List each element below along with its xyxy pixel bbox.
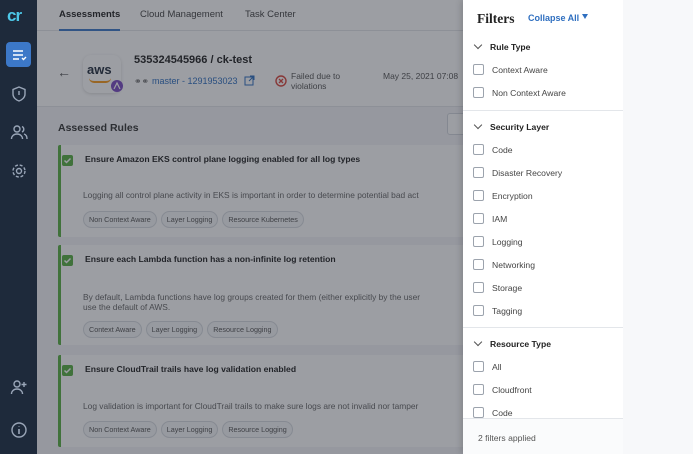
left-rail: cr [0, 0, 37, 454]
checkbox[interactable] [473, 87, 484, 98]
section-label: Security Layer [490, 122, 550, 132]
filter-option[interactable]: Networking [473, 259, 535, 270]
checkbox[interactable] [473, 282, 484, 293]
option-label: Disaster Recovery [492, 167, 563, 178]
option-label: Storage [492, 282, 523, 293]
filter-option[interactable]: IAM [473, 213, 507, 224]
section-security-layer[interactable]: Security Layer [473, 120, 550, 132]
brand-logo[interactable]: cr [7, 6, 31, 28]
caret-down-icon[interactable] [582, 14, 588, 19]
section-label: Rule Type [490, 42, 531, 52]
filter-option[interactable]: All [473, 361, 502, 372]
filters-title: Filters [477, 11, 515, 26]
panel-backdrop [623, 0, 693, 454]
shield-icon[interactable] [6, 81, 31, 106]
filters-panel: Filters Collapse All Rule Type Context A… [463, 0, 623, 454]
chevron-down-icon[interactable] [473, 40, 483, 50]
checkbox[interactable] [473, 236, 484, 247]
filter-option[interactable]: Encryption [473, 190, 533, 201]
filter-option[interactable]: Logging [473, 236, 523, 247]
option-label: Encryption [492, 190, 533, 201]
option-label: Tagging [492, 305, 523, 316]
section-resource-type[interactable]: Resource Type [473, 337, 551, 349]
filter-option[interactable]: Context Aware [473, 64, 548, 75]
checkbox[interactable] [473, 190, 484, 201]
chevron-down-icon[interactable] [473, 120, 483, 130]
assessments-icon[interactable] [6, 42, 31, 67]
filter-option[interactable]: Tagging [473, 305, 522, 316]
filter-option[interactable]: Cloudfront [473, 384, 532, 395]
filter-option[interactable]: Code [473, 144, 513, 155]
users-icon[interactable] [6, 119, 31, 144]
section-divider [463, 110, 623, 111]
option-label: Logging [492, 236, 523, 247]
checkbox[interactable] [473, 144, 484, 155]
checkbox[interactable] [473, 361, 484, 372]
filter-option[interactable]: Disaster Recovery [473, 167, 562, 178]
option-label: Code [492, 144, 513, 155]
option-label: All [492, 361, 502, 372]
option-label: Context Aware [492, 64, 548, 75]
checkbox[interactable] [473, 64, 484, 75]
option-label: Cloudfront [492, 384, 532, 395]
option-label: Code [492, 407, 513, 418]
checkbox[interactable] [473, 213, 484, 224]
add-user-icon[interactable] [6, 374, 31, 399]
checkbox[interactable] [473, 305, 484, 316]
checkbox[interactable] [473, 167, 484, 178]
collapse-all-button[interactable]: Collapse All [528, 13, 579, 23]
section-label: Resource Type [490, 339, 551, 349]
chevron-down-icon[interactable] [473, 337, 483, 347]
checkbox[interactable] [473, 259, 484, 270]
filters-footer: 2 filters applied [463, 418, 623, 454]
filter-option[interactable]: Storage [473, 282, 522, 293]
info-icon[interactable] [6, 417, 31, 442]
section-divider [463, 327, 623, 328]
option-label: Non Context Aware [492, 87, 566, 98]
modal-overlay[interactable] [37, 0, 500, 454]
option-label: Networking [492, 259, 535, 270]
checkbox[interactable] [473, 384, 484, 395]
option-label: IAM [492, 213, 508, 224]
section-rule-type[interactable]: Rule Type [473, 40, 531, 52]
settings-icon[interactable] [6, 158, 31, 183]
checkbox[interactable] [473, 407, 484, 418]
filter-option[interactable]: Non Context Aware [473, 87, 566, 98]
filter-option[interactable]: Code [473, 407, 513, 418]
filters-applied-count: 2 filters applied [478, 433, 536, 443]
